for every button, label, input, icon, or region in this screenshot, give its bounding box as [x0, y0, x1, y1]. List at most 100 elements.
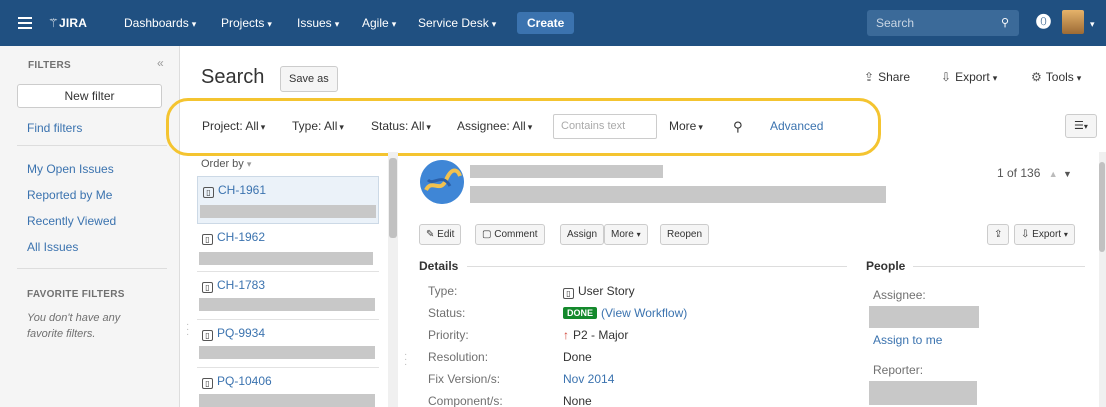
- create-button[interactable]: Create: [517, 12, 575, 34]
- reopen-button[interactable]: Reopen: [660, 224, 710, 245]
- pencil-icon: ✎: [426, 229, 435, 240]
- chevron-down-icon: ▾: [527, 122, 533, 132]
- export-button[interactable]: ⇩ Export ▾: [941, 70, 997, 84]
- assignee-filter[interactable]: Assignee: All ▾: [457, 119, 532, 133]
- details-section-title: Details: [419, 259, 459, 273]
- view-workflow-link[interactable]: (View Workflow): [601, 306, 687, 320]
- story-icon: ▯: [202, 234, 213, 245]
- redacted-summary: [200, 205, 376, 218]
- nav-service-desk[interactable]: Service Desk ▾: [418, 0, 496, 46]
- search-icon[interactable]: ⚲: [733, 119, 743, 135]
- share-issue-button[interactable]: ⇪: [987, 224, 1010, 245]
- contains-text-input[interactable]: Contains text: [553, 114, 657, 139]
- comment-button[interactable]: ▢ Comment: [475, 224, 545, 245]
- section-divider: [913, 266, 1085, 267]
- chevron-down-icon: ▾: [1076, 73, 1082, 83]
- sidebar-divider: [17, 268, 167, 269]
- redacted-summary: [199, 298, 375, 311]
- issue-list-scrollbar[interactable]: [388, 152, 398, 407]
- advanced-search-link[interactable]: Advanced: [770, 119, 823, 133]
- people-section-title: People: [866, 259, 906, 273]
- type-filter[interactable]: Type: All ▾: [292, 119, 344, 133]
- chevron-down-icon: ▾: [1083, 122, 1088, 131]
- redacted-summary: [199, 394, 375, 407]
- detail-scrollbar[interactable]: [1099, 152, 1106, 407]
- chevron-down-icon: ▾: [636, 230, 641, 239]
- chevron-down-icon: ▾: [1063, 230, 1068, 239]
- story-icon: ▯: [202, 330, 213, 341]
- issue-list-item[interactable]: ▯ CH-1962: [197, 224, 379, 272]
- export-issue-button[interactable]: ⇩ Export ▾: [1014, 224, 1075, 245]
- sidebar-item-recently-viewed[interactable]: Recently Viewed: [27, 214, 116, 228]
- redacted-reporter: [869, 381, 977, 405]
- menu-icon[interactable]: [18, 0, 34, 46]
- more-criteria-button[interactable]: More ▾: [669, 119, 703, 133]
- redacted-summary: [199, 252, 373, 265]
- export-icon: ⇩: [1021, 229, 1030, 240]
- field-label-priority: Priority:: [428, 328, 469, 342]
- reporter-label: Reporter:: [873, 363, 924, 377]
- issue-list-item[interactable]: ▯ PQ-10406: [197, 368, 379, 407]
- field-label-components: Component/s:: [428, 394, 503, 407]
- story-icon: ▯: [202, 282, 213, 293]
- layout-switcher-button[interactable]: ☰▾: [1065, 114, 1097, 138]
- field-value-components: None: [563, 394, 592, 407]
- field-value-fix-version[interactable]: Nov 2014: [563, 372, 614, 386]
- issue-key: ▯ PQ-9934: [202, 326, 265, 341]
- nav-dashboards[interactable]: Dashboards ▾: [124, 0, 196, 46]
- save-as-button[interactable]: Save as: [280, 66, 338, 92]
- jira-logo[interactable]: ⚚JIRA: [48, 0, 87, 46]
- project-filter[interactable]: Project: All ▾: [202, 119, 265, 133]
- sidebar-item-my-open-issues[interactable]: My Open Issues: [27, 162, 114, 176]
- chevron-down-icon: ▾: [191, 19, 197, 29]
- issue-key: ▯ PQ-10406: [202, 374, 272, 389]
- status-filter[interactable]: Status: All ▾: [371, 119, 431, 133]
- resize-handle-icon[interactable]: · · ·: [186, 320, 189, 340]
- share-button[interactable]: ⇪ Share: [864, 70, 910, 84]
- order-by-control[interactable]: Order by ▾: [201, 158, 251, 170]
- next-issue-icon[interactable]: ▼: [1063, 169, 1072, 179]
- export-icon: ⇩: [941, 70, 952, 84]
- tools-button[interactable]: ⚙ Tools ▾: [1031, 70, 1081, 84]
- more-actions-button[interactable]: More ▾: [604, 224, 648, 245]
- nav-projects[interactable]: Projects ▾: [221, 0, 272, 46]
- redacted-issue-summary: [470, 186, 886, 203]
- priority-major-icon: ↑: [563, 328, 569, 342]
- chevron-down-icon[interactable]: ▾: [1087, 0, 1095, 46]
- collapse-sidebar-icon[interactable]: «: [157, 56, 164, 70]
- assign-to-me-link[interactable]: Assign to me: [873, 333, 942, 347]
- global-search-input[interactable]: Search ⚲: [867, 10, 1019, 36]
- sidebar-title: FILTERS: [28, 60, 72, 71]
- previous-issue-icon[interactable]: ▲: [1049, 169, 1058, 179]
- issue-pager: 1 of 136 ▲ ▼: [997, 166, 1072, 180]
- page-title: Search: [201, 66, 265, 88]
- favorite-filters-title: FAVORITE FILTERS: [27, 289, 125, 300]
- filters-sidebar: FILTERS « New filter Find filters My Ope…: [0, 46, 180, 407]
- sidebar-item-all-issues[interactable]: All Issues: [27, 240, 78, 254]
- edit-button[interactable]: ✎ Edit: [419, 224, 462, 245]
- field-value-status[interactable]: DONE (View Workflow): [563, 306, 687, 320]
- new-filter-button[interactable]: New filter: [17, 84, 162, 108]
- story-icon: ▯: [203, 187, 214, 198]
- scrollbar-thumb[interactable]: [389, 158, 397, 238]
- chevron-down-icon: ▾: [491, 19, 497, 29]
- top-navigation: ⚚JIRA Dashboards ▾ Projects ▾ Issues ▾ Agil…: [0, 0, 1106, 46]
- issue-list-item[interactable]: ▯ CH-1961: [197, 176, 379, 224]
- sidebar-item-reported-by-me[interactable]: Reported by Me: [27, 188, 112, 202]
- section-divider: [467, 266, 847, 267]
- issue-list-item[interactable]: ▯ CH-1783: [197, 272, 379, 320]
- resize-handle-icon[interactable]: · · ·: [404, 350, 407, 370]
- share-icon: ⇪: [994, 229, 1003, 240]
- nav-issues[interactable]: Issues ▾: [297, 0, 339, 46]
- search-icon: ⚲: [1000, 17, 1009, 29]
- nav-agile[interactable]: Agile ▾: [362, 0, 396, 46]
- field-label-status: Status:: [428, 306, 466, 320]
- user-avatar[interactable]: [1062, 10, 1084, 34]
- find-filters-link[interactable]: Find filters: [27, 121, 82, 135]
- scrollbar-thumb[interactable]: [1099, 162, 1105, 252]
- assign-button[interactable]: Assign: [560, 224, 605, 245]
- assignee-label: Assignee:: [873, 288, 926, 302]
- logo-mark-icon: ⚚: [48, 16, 59, 30]
- help-icon[interactable]: ⓿: [1036, 0, 1051, 46]
- issue-list-item[interactable]: ▯ PQ-9934: [197, 320, 379, 368]
